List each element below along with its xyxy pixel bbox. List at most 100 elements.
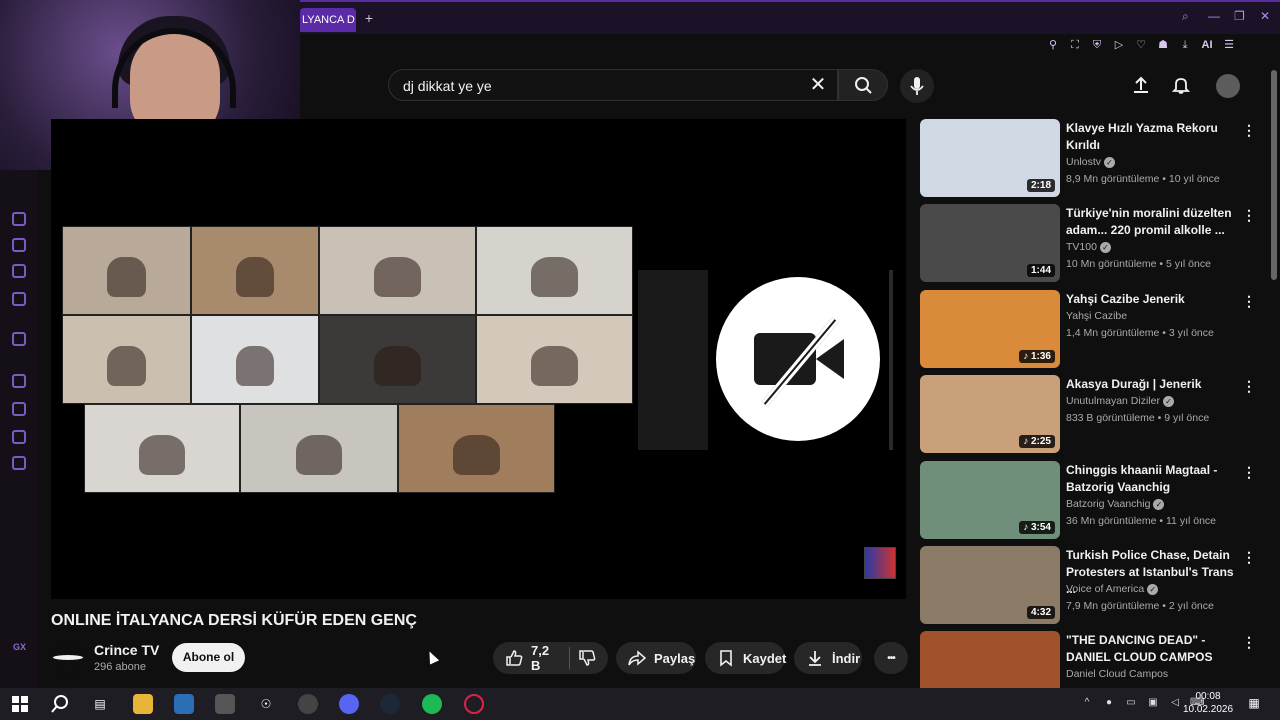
notification-center-icon[interactable]: ▦ <box>1246 695 1262 711</box>
kebab-menu-icon[interactable]: ⋮ <box>1242 465 1256 479</box>
subscribe-button[interactable]: Abone ol <box>172 643 245 672</box>
history-icon[interactable] <box>12 402 26 416</box>
search-input[interactable]: dj dikkat ye ye <box>403 78 492 94</box>
dislike-icon[interactable] <box>578 649 596 667</box>
file-explorer-icon[interactable] <box>133 694 153 714</box>
obs-icon[interactable] <box>298 694 318 714</box>
account-avatar[interactable] <box>1216 74 1240 98</box>
kebab-menu-icon[interactable]: ⋮ <box>1242 635 1256 649</box>
recommendation-channel[interactable]: Unlostv ✓ <box>1066 156 1116 168</box>
upload-age: 10 yıl önce <box>1168 173 1220 185</box>
page-scrollbar[interactable] <box>1271 70 1277 280</box>
recommendation-title[interactable]: Akasya Durağı | Jenerik <box>1066 376 1236 393</box>
recommendation-channel[interactable]: TV100 ✓ <box>1066 241 1111 253</box>
recommendation-title[interactable]: Chinggis khaanii Magtaal - Batzorig Vaan… <box>1066 462 1236 496</box>
recommendation-card[interactable]: 2:18 Klavye Hızlı Yazma Rekoru Kırıldı Unl… <box>920 119 1260 197</box>
snapshot-icon[interactable]: ⛶ <box>1068 38 1082 52</box>
recommendation-channel[interactable]: Unutulmayan Diziler ✓ <box>1066 395 1174 407</box>
voice-search-button[interactable] <box>900 69 934 103</box>
browser-tab[interactable]: LYANCA D <box>300 8 356 32</box>
search-box[interactable]: dj dikkat ye ye ✕ <box>388 69 838 101</box>
speed-dial-icon[interactable] <box>12 212 26 226</box>
opera-gx-icon[interactable] <box>464 694 484 714</box>
kebab-menu-icon[interactable]: ⋮ <box>1242 208 1256 222</box>
recommendation-thumbnail[interactable]: ♪ 3:54 <box>920 461 1060 539</box>
recommendation-card[interactable]: 4:32 Turkish Police Chase, Detain Protest… <box>920 546 1260 624</box>
recommendation-channel[interactable]: Daniel Cloud Campos <box>1066 668 1168 680</box>
recommendation-channel[interactable]: Batzorig Vaanchig ✓ <box>1066 498 1165 510</box>
recommendation-channel[interactable]: Voice of America ✓ <box>1066 583 1159 595</box>
new-tab-button[interactable]: + <box>361 10 377 26</box>
unity-icon[interactable] <box>215 694 235 714</box>
heart-icon[interactable]: ♡ <box>1134 38 1148 52</box>
recommendation-title[interactable]: "THE DANCING DEAD" - DANIEL CLOUD CAMPOS <box>1066 632 1236 666</box>
recommendation-title[interactable]: Türkiye'nin moralini düzelten adam... 22… <box>1066 205 1236 239</box>
task-view-icon[interactable]: ▤ <box>90 694 110 714</box>
more-actions-button[interactable]: ••• <box>874 642 908 674</box>
recommendation-title[interactable]: Klavye Hızlı Yazma Rekoru Kırıldı <box>1066 120 1236 154</box>
maximize-button[interactable]: ❐ <box>1234 10 1246 22</box>
notifications-bell-icon[interactable] <box>1171 75 1191 95</box>
discord-icon[interactable] <box>339 694 359 714</box>
windows-start-icon[interactable] <box>10 694 30 714</box>
player-icon[interactable] <box>12 374 26 388</box>
taskbar-clock[interactable]: 00:08 10.02.2026 <box>1178 690 1238 716</box>
minimize-button[interactable]: — <box>1208 10 1220 22</box>
gx-corner-icon[interactable] <box>12 238 26 252</box>
channel-watermark[interactable] <box>864 547 896 579</box>
kebab-menu-icon[interactable]: ⋮ <box>1242 123 1256 137</box>
save-button[interactable]: Kaydet <box>705 642 786 674</box>
recommendation-card[interactable]: 1:44 Türkiye'nin moralini düzelten adam..… <box>920 204 1260 282</box>
upload-icon[interactable] <box>1131 75 1151 95</box>
video-duration: ♪ 3:54 <box>1019 521 1055 534</box>
pin-icon[interactable]: ⚲ <box>1046 38 1060 52</box>
recommendation-card[interactable]: ♪ 3:54 Chinggis khaanii Magtaal - Batzori… <box>920 461 1260 539</box>
mic-tray-icon[interactable]: ● <box>1102 696 1116 710</box>
app-icon[interactable] <box>174 694 194 714</box>
download-button[interactable]: İndir <box>794 642 862 674</box>
kebab-menu-icon[interactable]: ⋮ <box>1242 379 1256 393</box>
share-button[interactable]: Paylaş <box>616 642 696 674</box>
settings-icon[interactable] <box>12 456 26 470</box>
recommendation-thumbnail[interactable]: ♪ 1:36 <box>920 290 1060 368</box>
ai-icon[interactable]: AI <box>1200 38 1214 52</box>
channel-name[interactable]: Crince TV <box>94 642 159 658</box>
like-count[interactable]: 7,2 B <box>531 643 561 673</box>
participant-tile <box>191 315 319 404</box>
recommendation-thumbnail[interactable]: ♪ 2:25 <box>920 375 1060 453</box>
spotify-icon[interactable] <box>422 694 442 714</box>
search-taskbar-icon[interactable] <box>50 694 70 714</box>
network-icon[interactable]: ▣ <box>1146 696 1160 710</box>
kebab-menu-icon[interactable]: ⋮ <box>1242 294 1256 308</box>
recommendation-channel[interactable]: Yahşi Cazibe <box>1066 310 1127 322</box>
menu-icon[interactable]: ☰ <box>1222 38 1236 52</box>
chatgpt-icon[interactable] <box>12 332 26 346</box>
recommendation-card[interactable]: ♪ 1:36 Yahşi Cazibe Jenerik Yahşi Cazibe 1,… <box>920 290 1260 368</box>
twitch-icon[interactable] <box>12 264 26 278</box>
play-icon[interactable]: ▷ <box>1112 38 1126 52</box>
recommendation-card[interactable]: ♪ 2:25 Akasya Durağı | Jenerik Unutulmayan… <box>920 375 1260 453</box>
recommendation-thumbnail[interactable]: 2:18 <box>920 119 1060 197</box>
recommendation-thumbnail[interactable]: 1:44 <box>920 204 1060 282</box>
recommendation-title[interactable]: Yahşi Cazibe Jenerik <box>1066 291 1236 308</box>
search-tabs-icon[interactable]: ⌕ <box>1182 10 1194 22</box>
wallet-icon[interactable]: ☗ <box>1156 38 1170 52</box>
clear-search-icon[interactable]: ✕ <box>807 74 829 96</box>
close-window-button[interactable]: ✕ <box>1260 10 1272 22</box>
steam-icon[interactable] <box>380 694 400 714</box>
like-icon[interactable] <box>505 649 523 667</box>
view-count: 1,4 Mn görüntüleme <box>1066 327 1160 339</box>
meta-separator: • <box>1159 600 1169 612</box>
battery-icon[interactable]: ▭ <box>1124 696 1138 710</box>
verified-badge-icon: ✓ <box>1104 156 1116 168</box>
kebab-menu-icon[interactable]: ⋮ <box>1242 550 1256 564</box>
recommendation-thumbnail[interactable]: 4:32 <box>920 546 1060 624</box>
search-button[interactable] <box>838 69 888 101</box>
download-icon[interactable]: ⤓ <box>1178 38 1192 52</box>
github-icon[interactable]: ☉ <box>256 694 276 714</box>
channel-avatar[interactable] <box>51 640 85 674</box>
chevron-up-icon[interactable]: ^ <box>1080 696 1094 710</box>
shield-icon[interactable]: ⛨ <box>1090 38 1104 52</box>
messenger-icon[interactable] <box>12 292 26 306</box>
extensions-icon[interactable] <box>12 430 26 444</box>
